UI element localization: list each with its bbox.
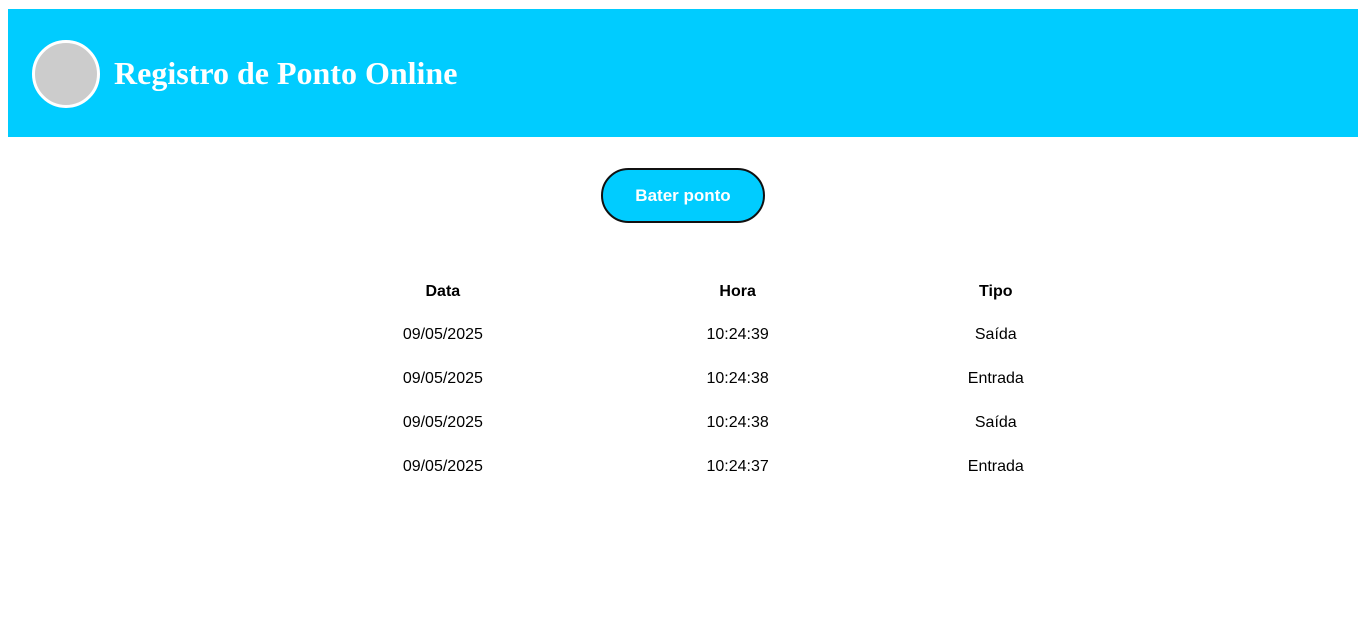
column-header-tipo: Tipo [979, 282, 1013, 300]
cell-time: 10:24:37 [706, 458, 769, 475]
table-row: 09/05/2025 10:24:38 Saída [313, 401, 1089, 445]
table-row: 09/05/2025 10:24:38 Entrada [313, 357, 1089, 401]
table-row: 09/05/2025 10:24:39 Saída [313, 313, 1089, 357]
cell-date: 09/05/2025 [402, 414, 483, 431]
page: Registro de Ponto Online Bater ponto Dat… [0, 0, 1365, 621]
table-row: 09/05/2025 10:24:37 Entrada [313, 445, 1089, 489]
page-title: Registro de Ponto Online [114, 55, 458, 91]
cell-type: Saída [974, 414, 1017, 431]
cell-date: 09/05/2025 [402, 370, 483, 387]
app-header: Registro de Ponto Online [8, 9, 1358, 137]
column-header-data: Data [425, 282, 461, 300]
cell-time: 10:24:38 [706, 414, 769, 431]
punch-clock-button[interactable]: Bater ponto [601, 168, 765, 223]
cell-type: Entrada [967, 458, 1024, 475]
cell-type: Saída [974, 326, 1017, 343]
time-records-table: Data Hora Tipo 09/05/2025 10:24:39 Saída… [313, 270, 1089, 489]
cell-time: 10:24:38 [706, 370, 769, 387]
cell-type: Entrada [967, 370, 1024, 387]
cell-date: 09/05/2025 [402, 458, 483, 475]
cell-date: 09/05/2025 [402, 326, 483, 343]
column-header-hora: Hora [719, 282, 756, 300]
avatar [32, 40, 100, 108]
cell-time: 10:24:39 [706, 326, 769, 343]
table-header-row: Data Hora Tipo [313, 270, 1089, 313]
